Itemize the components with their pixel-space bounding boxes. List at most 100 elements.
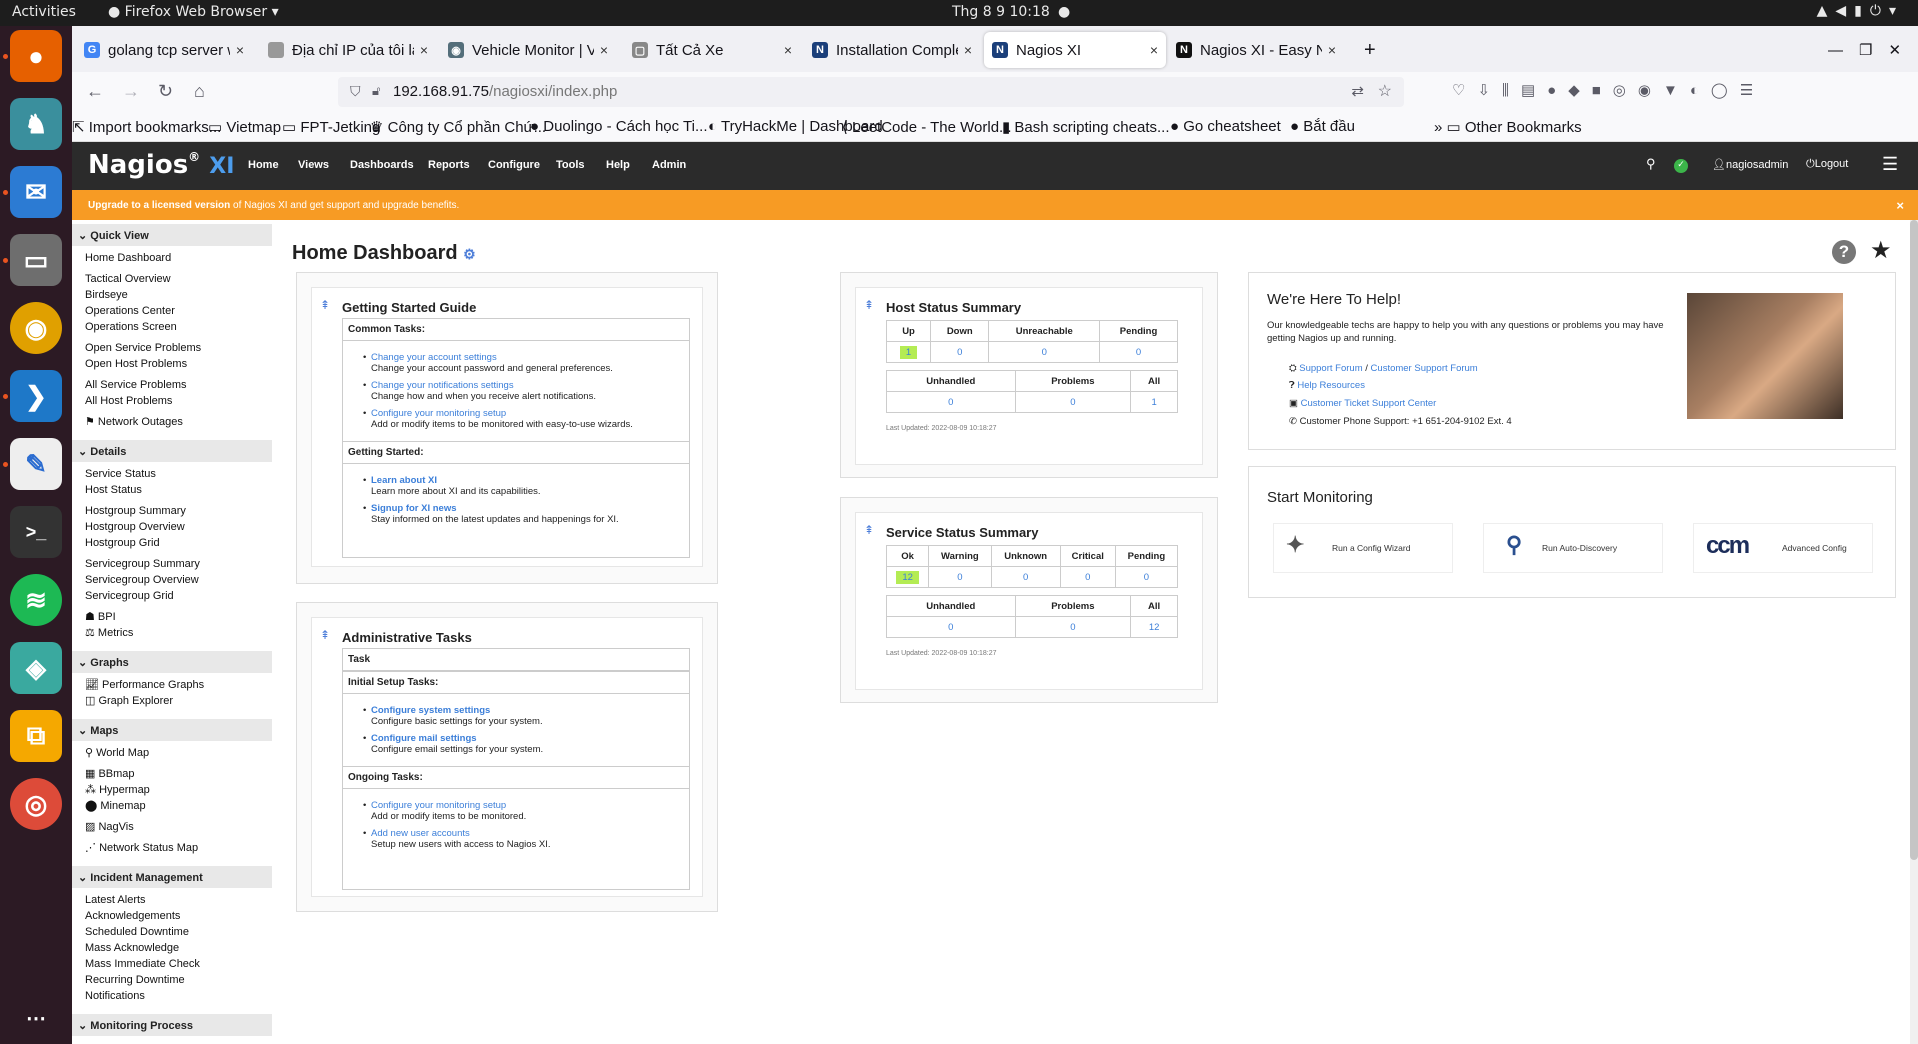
task-link[interactable]: Configure mail settings (371, 733, 689, 744)
files-dock-icon[interactable]: ▭ (10, 234, 62, 286)
rhythmbox-dock-icon[interactable]: ◉ (10, 302, 62, 354)
status-count[interactable]: 0 (1099, 341, 1178, 363)
sidebar-item[interactable]: Servicegroup Grid (72, 589, 272, 605)
status-count[interactable]: 1 (1130, 391, 1178, 413)
sidebar-item[interactable]: Hostgroup Summary (72, 504, 272, 520)
status-count[interactable]: 12 (1130, 616, 1178, 638)
sidebar-item[interactable]: Birdseye (72, 288, 272, 304)
activities-button[interactable]: Activities (12, 4, 76, 20)
task-link[interactable]: Change your account settings (371, 352, 689, 363)
task-link[interactable]: Configure your monitoring setup (371, 408, 689, 419)
hamburger-menu-icon[interactable]: ☰ (1882, 154, 1898, 175)
nav-menu-item[interactable]: Help (606, 159, 630, 171)
tab[interactable]: ▢ Tất Cả Xe × (624, 32, 800, 68)
sidebar-section[interactable]: ⌄ Incident Management (72, 866, 272, 888)
postgres-dock-icon[interactable]: ♞ (10, 98, 62, 150)
sidebar-section[interactable]: ⌄ Maps (72, 719, 272, 741)
sidebar-item[interactable]: Hostgroup Grid (72, 536, 272, 552)
status-header[interactable]: Problems (1014, 370, 1132, 392)
status-header[interactable]: All (1130, 370, 1178, 392)
close-tab-icon[interactable]: × (1328, 42, 1336, 58)
insecure-lock-icon[interactable]: 🔓︎ (372, 83, 380, 99)
status-count[interactable]: 0 (988, 341, 1101, 363)
status-header[interactable]: All (1130, 595, 1178, 617)
status-header[interactable]: Problems (1014, 595, 1132, 617)
sidebar-icon[interactable]: ▤ (1521, 82, 1547, 99)
tab[interactable]: N Nagios XI × (984, 32, 1166, 68)
bookmark-item[interactable]: ● Bắt đầu (1290, 118, 1355, 135)
other-bookmarks[interactable]: » ▭ Other Bookmarks (1434, 118, 1582, 136)
sidebar-item[interactable]: Service Status (72, 467, 272, 483)
sidebar-item[interactable]: Hostgroup Overview (72, 520, 272, 536)
bookmark-item[interactable]: ♛ Công ty Cổ phần Chứ... (370, 118, 546, 136)
nav-menu-item[interactable]: Configure (488, 159, 540, 171)
sidebar-item[interactable]: ☗ BPI (72, 610, 272, 626)
upgrade-link[interactable]: Upgrade to a licensed version (88, 200, 230, 211)
url-bar[interactable]: ⛉ 🔓︎ 192.168.91.75/nagiosxi/index.php ⇄ … (338, 77, 1404, 107)
status-header[interactable]: Ok (885, 545, 930, 567)
close-tab-icon[interactable]: × (600, 42, 608, 58)
sidebar-item[interactable]: Tactical Overview (72, 272, 272, 288)
status-header[interactable]: Critical (1059, 545, 1116, 567)
tab[interactable]: Địa chỉ IP của tôi là gì - Xem× (260, 32, 436, 68)
ticket-link[interactable]: Customer Ticket Support Center (1301, 398, 1437, 409)
sidebar-item[interactable]: ⚑ Network Outages (72, 415, 272, 431)
sidebar-section[interactable]: ⌄ Quick View (72, 224, 272, 246)
sidebar-item[interactable]: ⚖ Metrics (72, 626, 272, 642)
task-link[interactable]: Add new user accounts (371, 828, 689, 839)
gear-icon[interactable]: ⚙ (463, 246, 476, 262)
sidebar-section[interactable]: ⌄ Details (72, 440, 272, 462)
status-header[interactable]: Pending (1114, 545, 1179, 567)
tab[interactable]: NInstallation Complete · N× (804, 32, 980, 68)
system-tray[interactable]: ▲◀▮⏻▾ (1817, 3, 1904, 19)
url-text[interactable]: 192.168.91.75/nagiosxi/index.php (393, 83, 617, 100)
sidebar-item[interactable]: ▦ BBmap (72, 767, 272, 783)
sidebar-item[interactable]: Operations Screen (72, 320, 272, 336)
help-resources-link[interactable]: Help Resources (1297, 380, 1365, 391)
forward-icon[interactable]: → (122, 81, 140, 102)
task-link[interactable]: Configure your monitoring setup (371, 800, 689, 811)
status-count[interactable]: 12 (885, 566, 930, 588)
help-icon[interactable]: ? (1832, 240, 1856, 264)
sidebar-item[interactable]: Latest Alerts (72, 893, 272, 909)
close-tab-icon[interactable]: × (964, 42, 972, 58)
sidebar-item[interactable]: Recurring Downtime (72, 973, 272, 989)
task-link[interactable]: Signup for XI news (371, 503, 689, 514)
sidebar-item[interactable]: Notifications (72, 989, 272, 1005)
status-header[interactable]: Unreachable (988, 320, 1101, 342)
close-tab-icon[interactable]: × (420, 42, 428, 58)
page-scrollbar[interactable] (1910, 220, 1918, 1044)
grammarly-icon[interactable]: ◯ (1711, 82, 1740, 99)
close-tab-icon[interactable]: × (236, 42, 244, 58)
status-count[interactable]: 0 (1114, 566, 1179, 588)
banner-close-icon[interactable]: × (1896, 198, 1904, 213)
close-tab-icon[interactable]: × (1150, 42, 1158, 58)
tab[interactable]: Ggolang tcp server with m× (76, 32, 252, 68)
status-count[interactable]: 0 (928, 566, 992, 588)
sidebar-item[interactable]: Scheduled Downtime (72, 925, 272, 941)
sidebar-item[interactable]: ◫ Graph Explorer (72, 694, 272, 710)
sidebar-item[interactable]: ▨ NagVis (72, 820, 272, 836)
bookmark-item[interactable]: ▮ Bash scripting cheats... (1002, 118, 1170, 136)
app-menu[interactable]: ● Firefox Web Browser ▾ (108, 4, 279, 20)
sidebar-item[interactable]: All Service Problems (72, 378, 272, 394)
show-apps-icon[interactable]: ⋯ (10, 992, 62, 1044)
status-header[interactable]: Unhandled (886, 370, 1016, 392)
auto-discovery-tile[interactable]: ⚲ Run Auto-Discovery (1483, 523, 1663, 573)
status-header[interactable]: Unknown (990, 545, 1061, 567)
bookmark-item[interactable]: ⟨ LeetCode - The World... (842, 118, 1012, 136)
status-count[interactable]: 0 (886, 391, 1016, 413)
sidebar-item[interactable]: ⬤ Minemap (72, 799, 272, 815)
sidebar-item[interactable]: Servicegroup Overview (72, 573, 272, 589)
status-count[interactable]: 0 (990, 566, 1061, 588)
support-forum-link[interactable]: Support Forum (1299, 363, 1362, 374)
bookmark-item[interactable]: ▭ Vietmap (208, 118, 281, 136)
status-count[interactable]: 1 (885, 341, 932, 363)
chat-dock-icon[interactable]: ✉ (10, 166, 62, 218)
nav-menu-item[interactable]: Home (248, 159, 279, 171)
nagios-logo[interactable]: Nagios® XI (88, 150, 234, 180)
pin-icon[interactable]: ⇞ (320, 298, 330, 312)
pin-icon[interactable]: ⇞ (864, 298, 874, 312)
translate-icon[interactable]: ⇄ (1351, 82, 1364, 100)
toolbar-extensions[interactable]: ♡⇩⫼▤●◆■◎◉▼◐◯☰ (1452, 81, 1765, 99)
